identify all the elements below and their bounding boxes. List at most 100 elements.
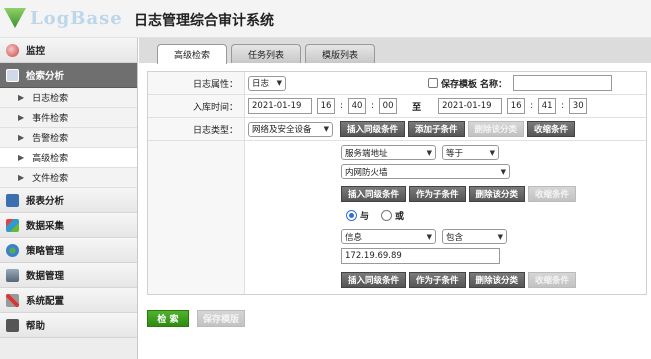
condition1-insert-sibling-button[interactable]: 插入同级条件 [341,186,407,202]
tab-advanced-search[interactable]: 高级检索 [157,44,227,64]
start-hour-input[interactable]: 16 [317,98,335,114]
chevron-down-icon: ▼ [426,148,432,157]
template-name-input[interactable] [513,75,613,91]
condition1-collapse-button[interactable]: 收缩条件 [528,186,577,202]
sidebar-item-data-collect[interactable]: 数据采集 [0,213,137,238]
storage-time-label: 入库时间： [148,95,245,117]
logo: LogBase [4,4,123,32]
search-analysis-icon [6,68,19,82]
logic-and-radio[interactable] [346,210,357,221]
sidebar-subitem-advanced-search[interactable]: ▶ 高级检索 [0,148,137,168]
sidebar-item-report[interactable]: 报表分析 [0,188,137,213]
sidebar-subitem-file-search[interactable]: ▶ 文件检索 [0,168,137,188]
insert-sibling-condition-button[interactable]: 插入同级条件 [340,121,406,137]
select-value: 服务端地址 [345,148,388,159]
save-template-checkbox[interactable] [428,78,438,88]
row-log-type: 日志类型： 网络及安全设备 ▼ 插入同级条件 添加子条件 删除该分类 收缩条件 [148,118,646,141]
app-header: LogBase 日志管理综合审计系统 [0,0,651,38]
condition2-value-input[interactable]: 172.19.69.89 [341,248,500,264]
sidebar-subitem-alert-search[interactable]: ▶ 告警检索 [0,128,137,148]
sidebar: 监控 检索分析 ▶ 日志检索 ▶ 事件检索 ▶ 告警检索 ▶ 高级检索 ▶ 文件… [0,38,138,359]
end-date-input[interactable]: 2021-01-19 [438,98,503,114]
tab-template-list[interactable]: 模版列表 [305,44,375,63]
end-second-input[interactable]: 30 [569,98,588,114]
chevron-down-icon: ▼ [497,232,503,241]
sidebar-item-policy[interactable]: 策略管理 [0,238,137,263]
log-type-label: 日志类型： [148,118,245,140]
start-minute-input[interactable]: 40 [348,98,367,114]
add-child-condition-button[interactable]: 添加子条件 [408,121,465,137]
save-template-label: 保存模板 [441,79,478,90]
start-second-input[interactable]: 00 [379,98,398,114]
tab-task-list[interactable]: 任务列表 [231,44,301,63]
sidebar-item-label: 帮助 [26,321,46,332]
delete-category-button[interactable]: 删除该分类 [467,121,525,137]
end-minute-input[interactable]: 41 [538,98,557,114]
save-template-button[interactable]: 保存模版 [197,310,245,327]
sidebar-subitem-label: 事件检索 [32,114,69,124]
advanced-search-form: 日志属性： 日志 ▼ 保存模板 名称： 入库时间： 2021-01-19 16 [147,71,647,295]
row-conditions: 服务端地址 ▼ 等于 ▼ 内网防火墙 ▼ 插入同级条件 作为子条件 删除该分类 … [148,141,646,294]
select-value: 网络及安全设备 [252,125,312,135]
log-attribute-select[interactable]: 日志 ▼ [248,75,286,91]
search-button[interactable]: 检 索 [147,310,189,327]
condition1-field-select[interactable]: 服务端地址 ▼ [341,145,436,160]
condition2-field-select[interactable]: 信息 ▼ [341,229,436,244]
sidebar-subitem-event-search[interactable]: ▶ 事件检索 [0,108,137,128]
chevron-right-icon: ▶ [18,153,25,162]
time-separator: : [561,101,565,111]
time-separator: : [530,101,534,111]
sidebar-item-label: 数据管理 [26,271,65,282]
sidebar-item-help[interactable]: 帮助 [0,313,137,338]
row-log-attribute: 日志属性： 日志 ▼ 保存模板 名称： [148,72,646,95]
sidebar-item-label: 策略管理 [26,246,65,257]
condition1-operator-select[interactable]: 等于 ▼ [442,145,499,160]
log-attribute-label: 日志属性： [148,72,245,94]
name-label: 名称： [480,79,508,90]
sidebar-item-data-manage[interactable]: 数据管理 [0,263,137,288]
chevron-right-icon: ▶ [18,93,25,102]
sidebar-item-system-config[interactable]: 系统配置 [0,288,137,313]
chevron-down-icon: ▼ [276,79,282,87]
tab-label: 任务列表 [247,50,284,61]
logic-or-radio[interactable] [381,210,393,221]
report-icon [6,193,19,207]
sidebar-item-label: 检索分析 [26,71,65,82]
sidebar-subitem-log-search[interactable]: ▶ 日志检索 [0,88,137,108]
condition2-operator-select[interactable]: 包含 ▼ [442,229,507,244]
condition2-delete-button[interactable]: 删除该分类 [468,272,526,288]
end-hour-input[interactable]: 16 [507,98,526,114]
chevron-down-icon: ▼ [323,125,329,133]
condition1-value-select[interactable]: 内网防火墙 ▼ [341,164,510,179]
condition1-as-child-button[interactable]: 作为子条件 [409,186,466,202]
sidebar-subitem-label: 文件检索 [32,174,69,184]
select-value: 信息 [345,232,363,243]
condition2-collapse-button[interactable]: 收缩条件 [528,272,577,288]
policy-icon [6,243,19,257]
time-separator: : [340,101,344,111]
tab-label: 高级检索 [173,51,210,61]
tab-bar: 高级检索 任务列表 模版列表 [139,38,651,64]
chevron-right-icon: ▶ [18,173,25,182]
logo-text: LogBase [30,7,123,29]
chevron-right-icon: ▶ [18,113,25,122]
condition2-insert-sibling-button[interactable]: 插入同级条件 [341,272,407,288]
select-value: 日志 [252,79,270,89]
sidebar-item-monitor[interactable]: 监控 [0,38,137,63]
logic-and-label: 与 [360,212,370,222]
time-separator: : [371,101,375,111]
start-date-input[interactable]: 2021-01-19 [248,98,312,114]
condition1-delete-button[interactable]: 删除该分类 [468,186,526,202]
condition2-as-child-button[interactable]: 作为子条件 [409,272,466,288]
sidebar-item-label: 监控 [26,46,46,57]
logo-mark-icon [4,8,26,28]
log-type-select[interactable]: 网络及安全设备 ▼ [248,121,333,137]
row-storage-time: 入库时间： 2021-01-19 16 : 40 : 00 至 2021-01-… [148,95,646,118]
help-icon [6,318,19,332]
sidebar-item-label: 系统配置 [26,296,65,307]
collapse-condition-button[interactable]: 收缩条件 [527,121,576,137]
tab-label: 模版列表 [321,50,358,61]
sidebar-item-search-analysis[interactable]: 检索分析 [0,63,137,88]
sidebar-subitem-label: 告警检索 [32,134,69,144]
data-manage-icon [6,268,19,282]
